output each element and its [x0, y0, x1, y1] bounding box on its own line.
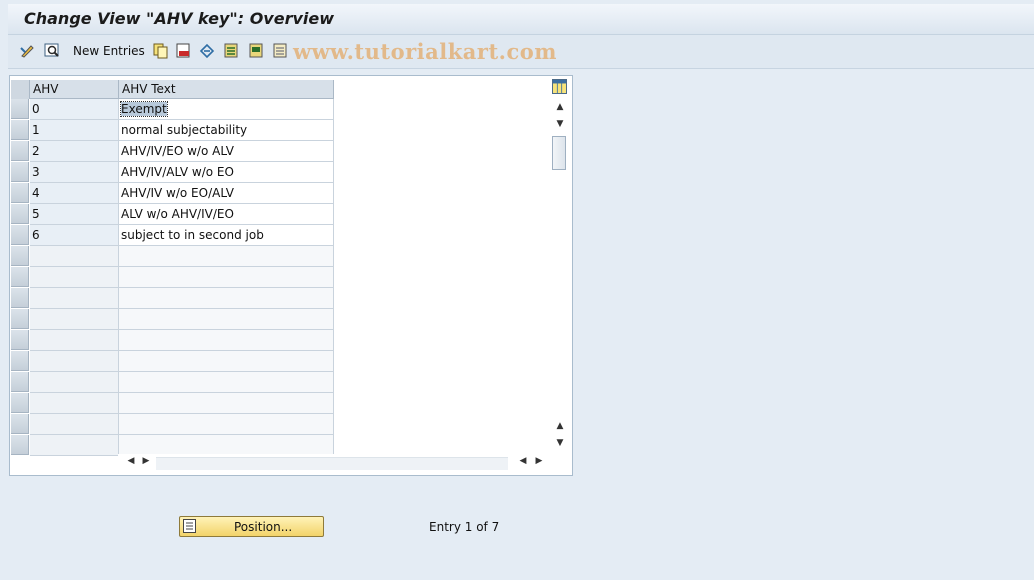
- select-block-icon[interactable]: [248, 42, 265, 59]
- empty-cell[interactable]: [30, 372, 119, 393]
- row-selector[interactable]: [11, 183, 29, 203]
- row-selector[interactable]: [11, 330, 29, 350]
- ahv-text-cell[interactable]: Exempt: [119, 99, 334, 120]
- title-bar: Change View "AHV key": Overview: [8, 4, 1034, 35]
- page-up-icon[interactable]: ▲: [553, 421, 567, 431]
- row-selector[interactable]: [11, 267, 29, 287]
- empty-cell[interactable]: [30, 288, 119, 309]
- empty-cell[interactable]: [119, 309, 334, 330]
- new-entries-button[interactable]: New Entries: [73, 44, 145, 58]
- column-header-ahv-text[interactable]: AHV Text: [119, 80, 334, 99]
- position-icon: [183, 519, 196, 533]
- row-selector[interactable]: [11, 162, 29, 182]
- scroll-right-icon[interactable]: ▶: [139, 456, 153, 466]
- row-selector[interactable]: [11, 309, 29, 329]
- empty-cell[interactable]: [119, 351, 334, 372]
- ahv-obligation-cell[interactable]: 2: [30, 141, 119, 162]
- row-selector[interactable]: [11, 225, 29, 245]
- ahv-obligation-cell[interactable]: 5: [30, 204, 119, 225]
- empty-cell[interactable]: [30, 267, 119, 288]
- row-selector[interactable]: [11, 435, 29, 455]
- ahv-text-value: AHV/IV/EO w/o ALV: [121, 144, 234, 158]
- empty-cell[interactable]: [119, 330, 334, 351]
- scroll-down-icon[interactable]: ▼: [553, 119, 567, 129]
- ahv-obligation-cell[interactable]: 6: [30, 225, 119, 246]
- row-selector[interactable]: [11, 414, 29, 434]
- ahv-text-cell[interactable]: subject to in second job: [119, 225, 334, 246]
- position-button-label: Position...: [234, 520, 293, 534]
- empty-cell[interactable]: [30, 351, 119, 372]
- ahv-text-value: subject to in second job: [121, 228, 264, 242]
- scroll-up-icon[interactable]: ▲: [553, 102, 567, 112]
- horizontal-scrollbar[interactable]: ◀ ▶ ◀ ▶: [118, 454, 548, 472]
- page-down-icon[interactable]: ▼: [553, 438, 567, 448]
- ahv-text-cell[interactable]: ALV w/o AHV/IV/EO: [119, 204, 334, 225]
- ahv-obligation-cell[interactable]: 0: [30, 99, 119, 120]
- ahv-obligation-cell[interactable]: 3: [30, 162, 119, 183]
- empty-cell[interactable]: [30, 435, 119, 456]
- row-selector[interactable]: [11, 204, 29, 224]
- table-settings-icon[interactable]: [552, 79, 567, 94]
- row-selector[interactable]: [11, 351, 29, 371]
- entry-counter: Entry 1 of 7: [429, 520, 500, 534]
- find-icon[interactable]: [44, 42, 61, 59]
- copy-as-icon[interactable]: [152, 42, 169, 59]
- row-selector[interactable]: [11, 246, 29, 266]
- row-selector[interactable]: [11, 288, 29, 308]
- deselect-all-icon[interactable]: [272, 42, 289, 59]
- ahv-text-value: ALV w/o AHV/IV/EO: [121, 207, 234, 221]
- ahv-text-cell[interactable]: AHV/IV/EO w/o ALV: [119, 141, 334, 162]
- vertical-scroll-thumb[interactable]: [552, 136, 566, 170]
- ahv-text-value: normal subjectability: [121, 123, 248, 137]
- select-all-icon[interactable]: [223, 42, 240, 59]
- empty-cell[interactable]: [30, 246, 119, 267]
- position-button[interactable]: Position...: [179, 516, 324, 537]
- scroll-left-end-icon[interactable]: ◀: [516, 456, 530, 466]
- row-selector[interactable]: [11, 99, 29, 119]
- watermark: www.tutorialkart.com: [293, 39, 557, 64]
- ahv-obligation-cell[interactable]: 4: [30, 183, 119, 204]
- application-toolbar: New Entries www.tutorialkart.com: [8, 35, 1034, 69]
- ahv-text-value: AHV/IV w/o EO/ALV: [121, 186, 234, 200]
- page-title: Change View "AHV key": Overview: [24, 9, 335, 28]
- empty-cell[interactable]: [119, 414, 334, 435]
- ahv-obligation-cell[interactable]: 1: [30, 120, 119, 141]
- empty-cell[interactable]: [30, 309, 119, 330]
- delete-icon[interactable]: [175, 42, 192, 59]
- row-selector[interactable]: [11, 372, 29, 392]
- empty-cell[interactable]: [119, 372, 334, 393]
- undo-change-icon[interactable]: [199, 42, 216, 59]
- empty-cell[interactable]: [119, 393, 334, 414]
- row-selector[interactable]: [11, 120, 29, 140]
- display-change-icon[interactable]: [19, 42, 36, 59]
- ahv-text-value: AHV/IV/ALV w/o EO: [121, 165, 234, 179]
- empty-cell[interactable]: [119, 288, 334, 309]
- column-header-ahv-obligation[interactable]: AHV Obligation: [30, 80, 119, 115]
- table-control: AHV Obligation AHV Text 0Exempt1normal s…: [9, 75, 573, 476]
- select-all-rows-button[interactable]: [11, 80, 30, 99]
- empty-cell[interactable]: [119, 267, 334, 288]
- ahv-text-value: Exempt: [120, 101, 168, 117]
- row-selector[interactable]: [11, 141, 29, 161]
- empty-cell[interactable]: [30, 393, 119, 414]
- scroll-left-icon[interactable]: ◀: [124, 456, 138, 466]
- ahv-text-cell[interactable]: AHV/IV/ALV w/o EO: [119, 162, 334, 183]
- horizontal-scroll-track[interactable]: [156, 457, 508, 470]
- empty-cell[interactable]: [30, 330, 119, 351]
- empty-cell[interactable]: [119, 246, 334, 267]
- empty-cell[interactable]: [119, 435, 334, 456]
- scroll-right-end-icon[interactable]: ▶: [532, 456, 546, 466]
- empty-cell[interactable]: [30, 414, 119, 435]
- row-selector[interactable]: [11, 393, 29, 413]
- ahv-text-cell[interactable]: normal subjectability: [119, 120, 334, 141]
- ahv-text-cell[interactable]: AHV/IV w/o EO/ALV: [119, 183, 334, 204]
